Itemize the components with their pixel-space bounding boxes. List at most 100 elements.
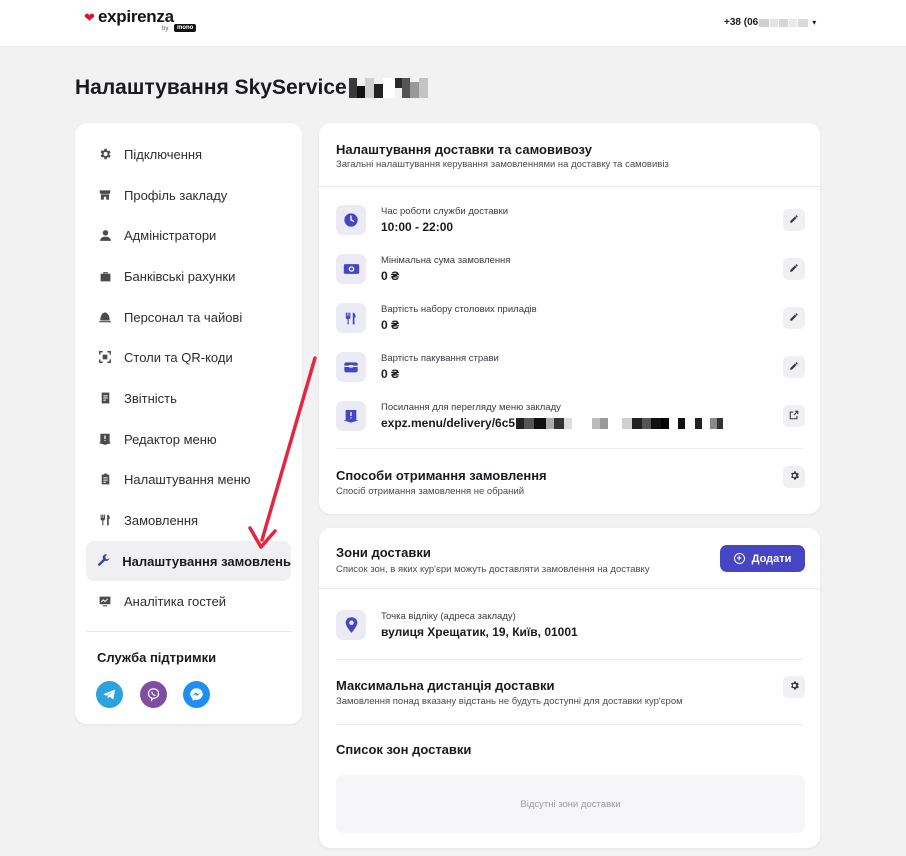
receiving-methods-title: Способи отримання замовлення bbox=[336, 468, 547, 483]
gear-icon bbox=[789, 678, 800, 696]
edit-min-order-button[interactable] bbox=[783, 258, 805, 280]
packaging-cost-label: Вартість пакування страви bbox=[381, 353, 499, 364]
delivery-hours-value: 10:00 - 22:00 bbox=[381, 220, 454, 234]
redacted-block bbox=[779, 18, 789, 27]
cutlery-cost-label: Вартість набору столових приладів bbox=[381, 304, 537, 315]
top-bar: ❤ expirenza by mono +38 (06 ▾ bbox=[0, 0, 906, 47]
redacted-link-part bbox=[516, 417, 724, 429]
clipboard-icon bbox=[97, 471, 113, 487]
edit-icon bbox=[789, 211, 799, 229]
divider bbox=[336, 448, 803, 449]
sidebar-item-bank-accounts[interactable]: Банківські рахунки bbox=[86, 256, 291, 296]
redacted-block bbox=[789, 18, 798, 27]
viber-icon[interactable] bbox=[140, 681, 167, 708]
location-pin-icon bbox=[336, 610, 366, 640]
qr-scan-icon bbox=[97, 349, 113, 365]
cutlery-icon bbox=[97, 512, 113, 528]
delivery-settings-card: Налаштування доставки та самовивозу Зага… bbox=[319, 123, 820, 514]
sidebar-item-venue-profile[interactable]: Профіль закладу bbox=[86, 175, 291, 215]
sidebar: Підключення Профіль закладу Адміністрато… bbox=[75, 123, 302, 724]
delivery-zones-subtitle: Список зон, в яких кур'єри можуть достав… bbox=[336, 564, 650, 575]
sidebar-item-administrators[interactable]: Адміністратори bbox=[86, 215, 291, 255]
divider bbox=[319, 588, 820, 589]
menu-link-text: expz.menu/delivery/6c5 bbox=[381, 416, 516, 430]
heart-icon: ❤ bbox=[84, 10, 95, 25]
sidebar-item-tables-qr[interactable]: Столи та QR-коди bbox=[86, 337, 291, 377]
sidebar-item-menu-editor[interactable]: Редактор меню bbox=[86, 419, 291, 459]
sidebar-item-order-settings[interactable]: Налаштування замовлень bbox=[86, 541, 291, 581]
sidebar-item-reports[interactable]: Звітність bbox=[86, 378, 291, 418]
max-distance-subtitle: Замовлення понад вказану відстань не буд… bbox=[336, 696, 683, 707]
delivery-zones-card: Зони доставки Список зон, в яких кур'єри… bbox=[319, 528, 820, 848]
document-icon bbox=[97, 390, 113, 406]
pickup-point-label: Точка відліку (адреса закладу) bbox=[381, 611, 516, 622]
add-zone-button[interactable]: + Додати bbox=[720, 545, 805, 572]
page-title: Налаштування SkyService bbox=[75, 76, 428, 100]
divider bbox=[319, 186, 820, 187]
sidebar-item-staff-tips[interactable]: Персонал та чайові bbox=[86, 297, 291, 337]
sidebar-item-label: Налаштування меню bbox=[124, 471, 251, 487]
sidebar-item-label: Аналітика гостей bbox=[124, 593, 227, 609]
menu-book-icon bbox=[336, 401, 366, 431]
pickup-point-address: вулиця Хрещатик, 19, Київ, 01001 bbox=[381, 625, 578, 639]
redacted-block bbox=[770, 18, 779, 27]
cutlery-icon bbox=[336, 303, 366, 333]
bell-icon bbox=[97, 309, 113, 325]
analytics-icon bbox=[97, 593, 113, 609]
max-distance-settings-button[interactable] bbox=[783, 676, 805, 698]
support-title: Служба підтримки bbox=[97, 650, 217, 665]
delivery-hours-label: Час роботи служби доставки bbox=[381, 206, 508, 217]
edit-icon bbox=[789, 309, 799, 327]
account-phone-menu[interactable]: +38 (06 ▾ bbox=[724, 17, 816, 28]
sidebar-item-label: Адміністратори bbox=[124, 227, 217, 243]
money-icon bbox=[336, 254, 366, 284]
clock-icon bbox=[336, 205, 366, 235]
sidebar-item-orders[interactable]: Замовлення bbox=[86, 500, 291, 540]
sidebar-item-menu-settings[interactable]: Налаштування меню bbox=[86, 459, 291, 499]
menu-link-value[interactable]: expz.menu/delivery/6c5 bbox=[381, 416, 724, 430]
chevron-down-icon[interactable]: ▾ bbox=[812, 18, 816, 27]
divider bbox=[336, 724, 803, 725]
wrench-icon bbox=[97, 553, 111, 569]
person-icon bbox=[97, 227, 113, 243]
gear-icon bbox=[789, 468, 800, 486]
receiving-methods-settings-button[interactable] bbox=[783, 466, 805, 488]
redacted-block bbox=[759, 18, 770, 27]
divider bbox=[336, 659, 803, 660]
edit-cutlery-cost-button[interactable] bbox=[783, 307, 805, 329]
sidebar-item-label: Столи та QR-коди bbox=[124, 349, 233, 365]
sidebar-item-guest-analytics[interactable]: Аналітика гостей bbox=[86, 581, 291, 621]
min-order-label: Мінімальна сума замовлення bbox=[381, 255, 511, 266]
edit-delivery-hours-button[interactable] bbox=[783, 209, 805, 231]
sidebar-item-label: Замовлення bbox=[124, 512, 199, 528]
add-zone-label: Додати bbox=[751, 552, 792, 565]
receiving-methods-subtitle: Спосіб отримання замовлення не обраний bbox=[336, 486, 525, 497]
menu-link-label: Посилання для перегляду меню закладу bbox=[381, 402, 561, 413]
sidebar-item-label: Налаштування замовлень bbox=[122, 553, 291, 569]
sidebar-item-label: Звітність bbox=[124, 390, 177, 406]
edit-packaging-cost-button[interactable] bbox=[783, 356, 805, 378]
gear-icon bbox=[97, 146, 113, 162]
external-link-icon bbox=[789, 407, 799, 425]
edit-icon bbox=[789, 260, 799, 278]
store-icon bbox=[97, 187, 113, 203]
delivery-settings-title: Налаштування доставки та самовивозу bbox=[336, 142, 592, 157]
logo-wordmark: expirenza bbox=[98, 7, 174, 26]
telegram-icon[interactable] bbox=[96, 681, 123, 708]
sidebar-item-label: Персонал та чайові bbox=[124, 309, 243, 325]
delivery-settings-subtitle: Загальні налаштування керування замовлен… bbox=[336, 159, 669, 170]
zones-empty-state: Відсутні зони доставки bbox=[336, 775, 805, 833]
cutlery-cost-value: 0 ₴ bbox=[381, 318, 400, 332]
page-title-text: Налаштування SkyService bbox=[75, 76, 347, 99]
phone-number: +38 (06 bbox=[724, 17, 759, 28]
redacted-block bbox=[798, 18, 809, 27]
logo-by-text: by bbox=[162, 26, 169, 32]
sidebar-item-label: Підключення bbox=[124, 146, 203, 162]
zones-empty-text: Відсутні зони доставки bbox=[520, 798, 621, 810]
delivery-zones-title: Зони доставки bbox=[336, 545, 431, 560]
sidebar-item-connections[interactable]: Підключення bbox=[86, 134, 291, 174]
open-menu-link-button[interactable] bbox=[783, 405, 805, 427]
sidebar-divider bbox=[86, 631, 291, 632]
redacted-venue-name bbox=[348, 78, 428, 98]
messenger-icon[interactable] bbox=[183, 681, 210, 708]
